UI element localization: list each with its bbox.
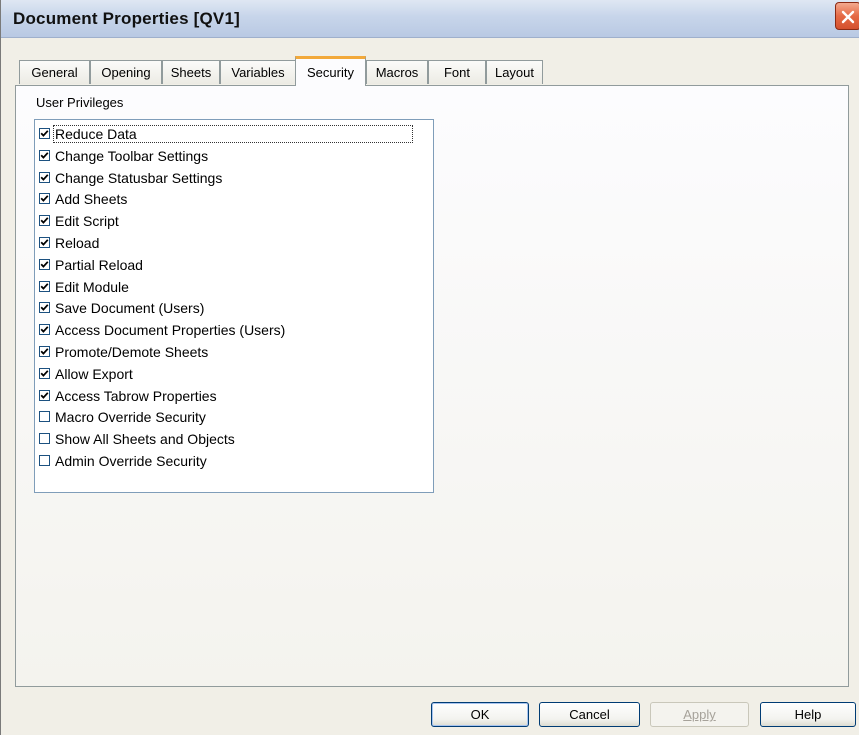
privilege-label: Save Document (Users)	[55, 299, 205, 316]
tab-label: Opening	[101, 65, 151, 80]
privilege-label: Edit Module	[55, 278, 129, 295]
window-title: Document Properties [QV1]	[13, 9, 240, 28]
privilege-item[interactable]: Macro Override Security	[39, 406, 427, 427]
tab-macros[interactable]: Macros	[366, 60, 428, 84]
checkmark-icon	[40, 304, 49, 311]
privilege-item[interactable]: Access Document Properties (Users)	[39, 319, 427, 340]
checkbox-checked[interactable]	[39, 237, 50, 248]
tab-label: Font	[443, 65, 470, 80]
privilege-label: Reduce Data	[53, 124, 413, 143]
help-button[interactable]: Help	[760, 702, 856, 727]
tab-font[interactable]: Font	[428, 60, 486, 84]
checkbox-checked[interactable]	[39, 128, 50, 139]
security-tab-panel: User Privileges Reduce Data Change Toolba…	[15, 85, 849, 687]
ok-label: OK	[470, 707, 490, 722]
privilege-label: Partial Reload	[55, 256, 143, 273]
tab-label: Macros	[375, 65, 419, 80]
checkmark-icon	[40, 130, 49, 137]
privilege-label: Show All Sheets and Objects	[55, 430, 235, 447]
checkmark-icon	[40, 174, 49, 181]
apply-label: Apply	[683, 707, 716, 722]
privilege-item[interactable]: Allow Export	[39, 363, 427, 384]
privilege-label: Access Document Properties (Users)	[55, 321, 286, 338]
checkbox-checked[interactable]	[39, 302, 50, 313]
tab-sheets[interactable]: Sheets	[162, 60, 220, 84]
close-icon	[841, 10, 855, 24]
tab-variables[interactable]: Variables	[220, 60, 296, 84]
privilege-label: Allow Export	[55, 365, 133, 382]
tab-general[interactable]: General	[19, 60, 90, 84]
checkmark-icon	[40, 392, 49, 399]
checkbox-checked[interactable]	[39, 368, 50, 379]
tab-label: General	[31, 65, 78, 80]
checkmark-icon	[40, 239, 49, 246]
checkbox-unchecked[interactable]	[39, 433, 50, 444]
tab-layout[interactable]: Layout	[486, 60, 543, 84]
tab-label: Security	[307, 65, 354, 80]
cancel-button[interactable]: Cancel	[539, 702, 640, 727]
privilege-item[interactable]: Show All Sheets and Objects	[39, 428, 427, 449]
privilege-label: Change Statusbar Settings	[55, 169, 223, 186]
privilege-item[interactable]: Add Sheets	[39, 188, 427, 209]
privilege-label: Reload	[55, 234, 100, 251]
privilege-item[interactable]: Access Tabrow Properties	[39, 385, 427, 406]
checkmark-icon	[40, 195, 49, 202]
privilege-label: Macro Override Security	[55, 408, 206, 425]
checkbox-checked[interactable]	[39, 150, 50, 161]
checkbox-checked[interactable]	[39, 172, 50, 183]
help-label: Help	[794, 707, 822, 722]
user-privileges-label: User Privileges	[36, 95, 124, 110]
checkbox-checked[interactable]	[39, 215, 50, 226]
checkbox-checked[interactable]	[39, 281, 50, 292]
checkbox-checked[interactable]	[39, 259, 50, 270]
close-button[interactable]	[835, 2, 859, 30]
checkmark-icon	[40, 370, 49, 377]
checkbox-checked[interactable]	[39, 193, 50, 204]
privilege-label: Admin Override Security	[55, 452, 207, 469]
checkbox-checked[interactable]	[39, 324, 50, 335]
ok-button[interactable]: OK	[431, 702, 529, 727]
tab-label: Variables	[231, 65, 285, 80]
privilege-item[interactable]: Promote/Demote Sheets	[39, 341, 427, 362]
checkbox-checked[interactable]	[39, 346, 50, 357]
checkbox-checked[interactable]	[39, 390, 50, 401]
checkmark-icon	[40, 152, 49, 159]
privilege-item[interactable]: Change Statusbar Settings	[39, 167, 427, 188]
checkmark-icon	[40, 348, 49, 355]
cancel-label: Cancel	[569, 707, 610, 722]
privilege-item[interactable]: Reduce Data	[39, 123, 427, 144]
tab-opening[interactable]: Opening	[90, 60, 162, 84]
privilege-item[interactable]: Reload	[39, 232, 427, 253]
checkmark-icon	[40, 283, 49, 290]
checkmark-icon	[40, 261, 49, 268]
privilege-label: Access Tabrow Properties	[55, 387, 217, 404]
privilege-item[interactable]: Partial Reload	[39, 254, 427, 275]
document-properties-dialog: Document Properties [QV1] General Openin…	[0, 0, 859, 735]
privilege-item[interactable]: Edit Module	[39, 276, 427, 297]
privilege-label: Change Toolbar Settings	[55, 147, 209, 164]
privilege-item[interactable]: Admin Override Security	[39, 450, 427, 471]
checkbox-unchecked[interactable]	[39, 455, 50, 466]
checkmark-icon	[40, 326, 49, 333]
privilege-item[interactable]: Change Toolbar Settings	[39, 145, 427, 166]
title-bar[interactable]: Document Properties [QV1]	[1, 0, 859, 38]
privilege-item[interactable]: Save Document (Users)	[39, 297, 427, 318]
tab-label: Sheets	[170, 65, 212, 80]
tab-label: Layout	[494, 65, 535, 80]
privilege-item[interactable]: Edit Script	[39, 210, 427, 231]
privilege-label: Edit Script	[55, 212, 119, 229]
checkbox-unchecked[interactable]	[39, 411, 50, 422]
checkmark-icon	[40, 217, 49, 224]
privilege-label: Promote/Demote Sheets	[55, 343, 209, 360]
apply-button[interactable]: Apply	[650, 702, 749, 727]
privilege-label: Add Sheets	[55, 190, 128, 207]
tab-security[interactable]: Security	[295, 56, 366, 86]
user-privileges-list[interactable]: Reduce Data Change Toolbar Settings Change…	[34, 119, 434, 493]
